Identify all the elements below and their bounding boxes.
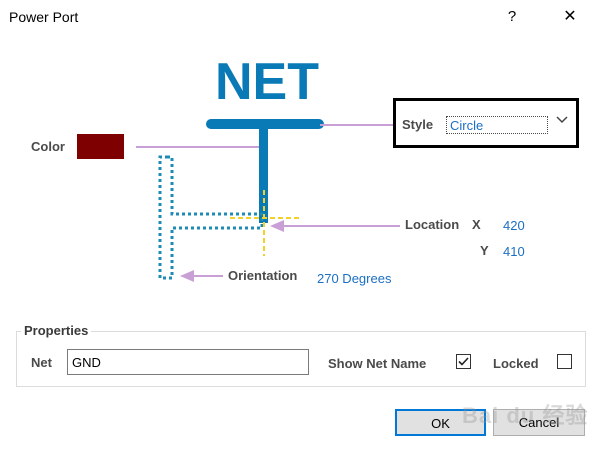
net-label: Net [31, 355, 52, 370]
properties-title: Properties [21, 323, 92, 338]
color-swatch[interactable] [77, 134, 124, 159]
locked-checkbox[interactable] [557, 354, 572, 369]
location-arrowhead [270, 220, 284, 232]
locked-label: Locked [493, 356, 539, 371]
checkmark-icon [458, 357, 469, 366]
location-x-value[interactable]: 420 [503, 218, 525, 233]
location-y-label: Y [480, 243, 489, 258]
style-value: Circle [450, 118, 484, 133]
orientation-value[interactable]: 270 Degrees [317, 271, 391, 286]
orientation-arrowhead [180, 270, 194, 282]
show-net-name-label: Show Net Name [328, 356, 427, 371]
chevron-down-icon[interactable] [555, 113, 569, 127]
location-label: Location [405, 217, 460, 232]
net-symbol-text: NET [215, 53, 319, 111]
power-port-diagram: NET [136, 53, 400, 282]
location-y-value[interactable]: 410 [503, 244, 525, 259]
net-input[interactable] [67, 349, 309, 375]
orientation-label: Orientation [228, 268, 298, 283]
style-select[interactable]: Circle [446, 116, 548, 134]
show-net-name-checkbox[interactable] [456, 354, 471, 369]
watermark: Bai du 经验 [462, 403, 589, 428]
style-label: Style [402, 117, 434, 132]
location-x-label: X [472, 217, 481, 232]
color-label: Color [31, 139, 65, 154]
